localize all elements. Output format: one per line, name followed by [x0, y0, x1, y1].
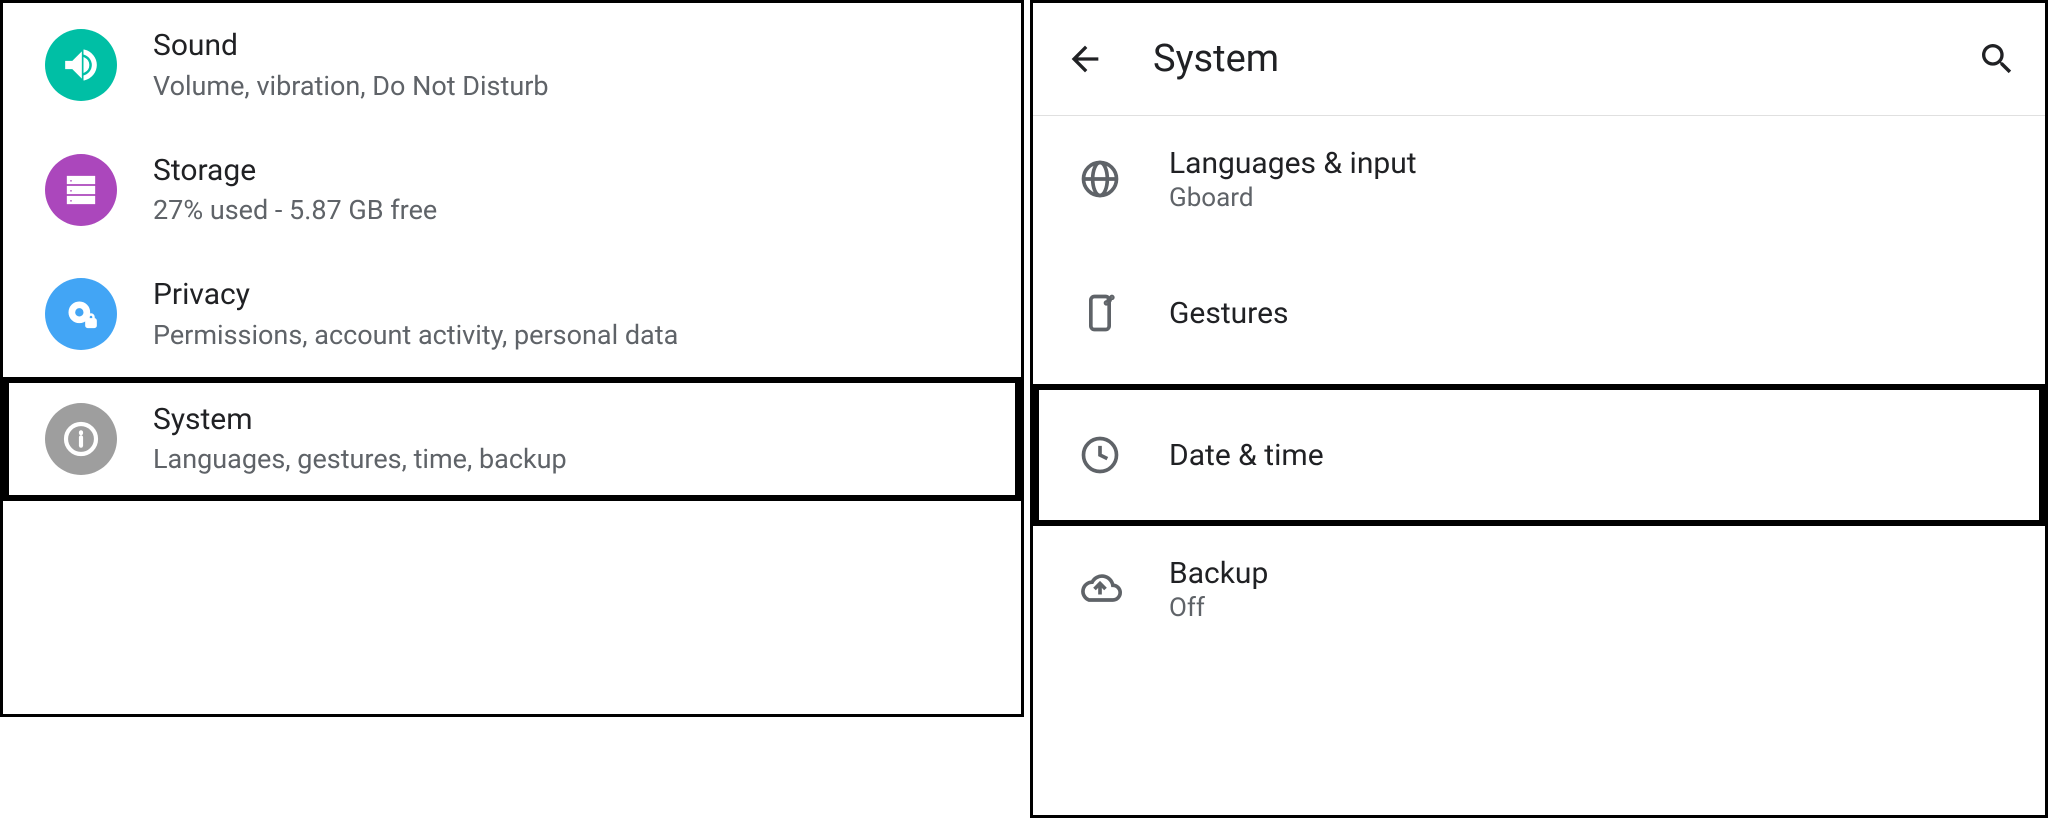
system-item-title: Backup: [1169, 556, 1268, 591]
system-item-subtitle: Gboard: [1169, 183, 1417, 213]
back-button[interactable]: [1057, 31, 1113, 87]
clock-icon: [1077, 432, 1123, 478]
settings-item-title: Storage: [153, 152, 437, 190]
settings-item-subtitle: 27% used - 5.87 GB free: [153, 193, 437, 228]
system-icon: [45, 403, 117, 475]
system-item-languages[interactable]: Languages & input Gboard: [1033, 116, 2045, 242]
system-item-backup[interactable]: Backup Off: [1033, 526, 2045, 652]
system-item-title: Gestures: [1169, 296, 1288, 331]
system-item-gestures[interactable]: Gestures: [1033, 242, 2045, 384]
search-button[interactable]: [1969, 31, 2025, 87]
cloud-upload-icon: [1077, 566, 1123, 612]
settings-item-title: System: [153, 401, 567, 439]
settings-item-system[interactable]: System Languages, gestures, time, backup: [3, 377, 1021, 502]
system-settings-panel: System Languages & input Gboard Gestures: [1030, 0, 2048, 818]
system-item-subtitle: Off: [1169, 593, 1268, 623]
settings-item-subtitle: Languages, gestures, time, backup: [153, 442, 567, 477]
app-bar: System: [1033, 3, 2045, 116]
sound-icon: [45, 29, 117, 101]
storage-icon: [45, 154, 117, 226]
settings-item-title: Privacy: [153, 276, 678, 314]
arrow-left-icon: [1065, 39, 1105, 79]
settings-item-sound[interactable]: Sound Volume, vibration, Do Not Disturb: [3, 3, 1021, 128]
settings-item-subtitle: Volume, vibration, Do Not Disturb: [153, 69, 549, 104]
page-title: System: [1153, 37, 1969, 81]
settings-item-storage[interactable]: Storage 27% used - 5.87 GB free: [3, 128, 1021, 253]
system-item-date-time[interactable]: Date & time: [1033, 384, 2045, 526]
system-item-title: Languages & input: [1169, 146, 1417, 181]
settings-item-subtitle: Permissions, account activity, personal …: [153, 318, 678, 353]
privacy-icon: [45, 278, 117, 350]
settings-list-panel: Sound Volume, vibration, Do Not Disturb …: [0, 0, 1024, 717]
system-item-title: Date & time: [1169, 438, 1324, 473]
gesture-icon: [1077, 290, 1123, 336]
globe-icon: [1077, 156, 1123, 202]
settings-item-title: Sound: [153, 27, 549, 65]
settings-item-privacy[interactable]: Privacy Permissions, account activity, p…: [3, 252, 1021, 377]
search-icon: [1977, 39, 2017, 79]
